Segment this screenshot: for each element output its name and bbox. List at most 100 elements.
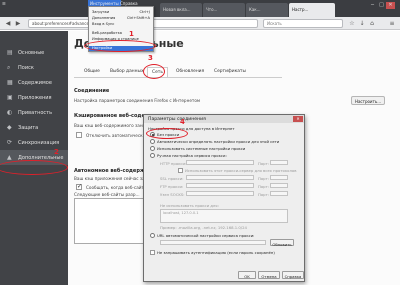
apps-icon: ▣ (7, 94, 13, 101)
connection-settings-dialog: Параметры соединения ✕ Настройка прокси … (143, 114, 305, 282)
dialog-title: Параметры соединения (144, 115, 304, 123)
close-icon[interactable]: ✕ (386, 2, 395, 9)
shortcut-label: Ctrl+J (139, 10, 150, 14)
menu-item-label: Вход в Sync (92, 22, 115, 26)
sidebar-item-content[interactable]: ▦ Содержимое (0, 75, 68, 90)
sidebar-item-label: Основные (18, 50, 45, 56)
annotation-ring-no-proxy (146, 128, 188, 139)
maximize-icon[interactable]: □ (377, 2, 386, 9)
tab-2[interactable]: Что... (203, 3, 245, 17)
sidebar-item-main[interactable]: ▤ Основные (0, 45, 68, 60)
radio-manual-proxy[interactable] (150, 153, 155, 158)
tab-label: Что... (206, 7, 218, 12)
same-proxy-checkbox[interactable] (178, 168, 183, 173)
subtab-divider (74, 77, 282, 78)
tab-data-choices[interactable]: Выбор данных (106, 67, 148, 77)
connection-desc: Настройка параметров соединения Firefox … (74, 98, 201, 103)
downloads-icon[interactable]: ↓ (358, 20, 366, 28)
tab-4[interactable]: Настр... (289, 3, 335, 17)
radio-auto-detect[interactable] (150, 139, 155, 144)
tab-1[interactable]: Новая вкла... (160, 3, 202, 17)
tab-3[interactable]: Как... (246, 3, 288, 17)
sidebar-item-apps[interactable]: ▣ Приложения (0, 90, 68, 105)
check-icon: ✓ (77, 183, 83, 190)
ftp-proxy-input[interactable] (186, 183, 254, 188)
annotation-ring-settings (84, 40, 156, 52)
no-proxy-input[interactable]: localhost, 127.0.0.1 (160, 209, 288, 223)
http-proxy-label: HTTP прокси: (160, 161, 187, 166)
socks-port-input[interactable] (270, 191, 288, 196)
tab-label: Как... (249, 7, 261, 12)
radio-system-proxy[interactable] (150, 146, 155, 151)
offline-notify-checkbox[interactable]: ✓ (76, 183, 83, 190)
no-prompt-label: Не запрашивать аутентификацию (если паро… (157, 250, 275, 255)
sidebar-item-privacy[interactable]: ◐ Приватность (0, 105, 68, 120)
radio-manual-proxy-label: Ручная настройка сервиса прокси: (157, 153, 227, 158)
radio-auto-url[interactable] (150, 233, 155, 238)
tab-certificates[interactable]: Сертификаты (210, 67, 250, 77)
auto-url-input[interactable] (160, 240, 266, 245)
http-port-input[interactable] (270, 160, 288, 165)
menu-item-label: Загрузки (92, 10, 110, 14)
no-prompt-checkbox[interactable] (150, 250, 155, 255)
cache-override-checkbox[interactable] (76, 132, 82, 138)
shortcut-label: Ctrl+Shift+A (126, 16, 150, 20)
tab-general[interactable]: Общие (80, 67, 104, 77)
reload-button[interactable]: Обновить (270, 239, 294, 247)
menu-item-label: Дополнения (92, 16, 116, 20)
radio-auto-url-label: URL автоматической настройки сервиса про… (157, 233, 255, 238)
sidebar-item-label: Приватность (18, 110, 53, 116)
cache-override-label: Отключить автоматическое... (86, 133, 152, 138)
search-bar[interactable]: Искать (263, 19, 343, 28)
forward-icon[interactable]: ▶ (14, 20, 22, 28)
ssl-port-input[interactable] (270, 175, 288, 180)
no-proxy-label: Не использовать прокси для: (160, 203, 219, 208)
menu-item-label: Веб-разработка (92, 31, 122, 35)
back-icon[interactable]: ◀ (4, 20, 12, 28)
annotation-1: 1 (129, 30, 134, 38)
ftp-proxy-label: FTP прокси: (160, 184, 184, 189)
same-proxy-label: Использовать этот прокси-сервер для всех… (185, 168, 297, 173)
offline-desc: Ваш кэш приложения сейчас зан... (74, 176, 152, 181)
tab-updates[interactable]: Обновления (172, 67, 208, 77)
sidebar-item-label: Поиск (18, 65, 34, 71)
annotation-ring-network (143, 64, 165, 79)
offline-list-label: Следующие веб-сайты разр... (74, 192, 140, 197)
minimize-icon[interactable]: ─ (368, 2, 377, 9)
main-icon: ▤ (7, 49, 13, 56)
radio-system-proxy-label: Использовать системные настройки прокси (157, 146, 246, 151)
sidebar-item-label: Приложения (18, 95, 52, 101)
radio-auto-detect-label: Автоматически определять настройки прокс… (157, 139, 280, 144)
socks-host-input[interactable] (186, 191, 254, 196)
offline-notify-label: Сообщать, когда веб-сайт (86, 185, 144, 190)
ftp-port-input[interactable] (270, 183, 288, 188)
sidebar-item-label: Содержимое (18, 80, 52, 86)
connection-settings-button[interactable]: Настроить... (351, 96, 385, 105)
ok-button[interactable]: OK (238, 271, 256, 279)
menu-icon[interactable]: ≡ (388, 20, 396, 28)
cancel-button[interactable]: Отмена (258, 271, 280, 279)
menu-item-webdev[interactable]: Веб-разработка (89, 31, 153, 36)
http-port-label: Порт: (258, 161, 270, 166)
menu-item-addons[interactable]: Дополнения Ctrl+Shift+A (89, 16, 153, 21)
dialog-close-button[interactable]: ✕ (293, 116, 303, 122)
firefox-menu-icon[interactable]: ☰ (0, 0, 8, 6)
ftp-port-label: Порт: (258, 184, 270, 189)
security-icon: ◆ (7, 124, 12, 131)
http-proxy-input[interactable] (186, 160, 254, 165)
menu-item-downloads[interactable]: Загрузки Ctrl+J (89, 10, 153, 15)
annotation-4: 4 (180, 118, 185, 126)
sidebar-item-security[interactable]: ◆ Защита (0, 120, 68, 135)
ssl-proxy-input[interactable] (186, 175, 254, 180)
sidebar-item-search[interactable]: ⌕ Поиск (0, 60, 68, 75)
socks-port-label: Порт: (258, 192, 270, 197)
privacy-icon: ◐ (7, 109, 13, 116)
tab-label: Настр... (292, 7, 309, 12)
home-icon[interactable]: ⌂ (368, 20, 376, 28)
menu-item-sync[interactable]: Вход в Sync (89, 22, 153, 27)
ssl-proxy-label: SSL прокси: (160, 176, 184, 181)
search-icon: ⌕ (7, 64, 11, 71)
content-icon: ▦ (7, 79, 13, 86)
bookmark-icon[interactable]: ☆ (348, 20, 356, 28)
help-button[interactable]: Справка (282, 271, 304, 279)
